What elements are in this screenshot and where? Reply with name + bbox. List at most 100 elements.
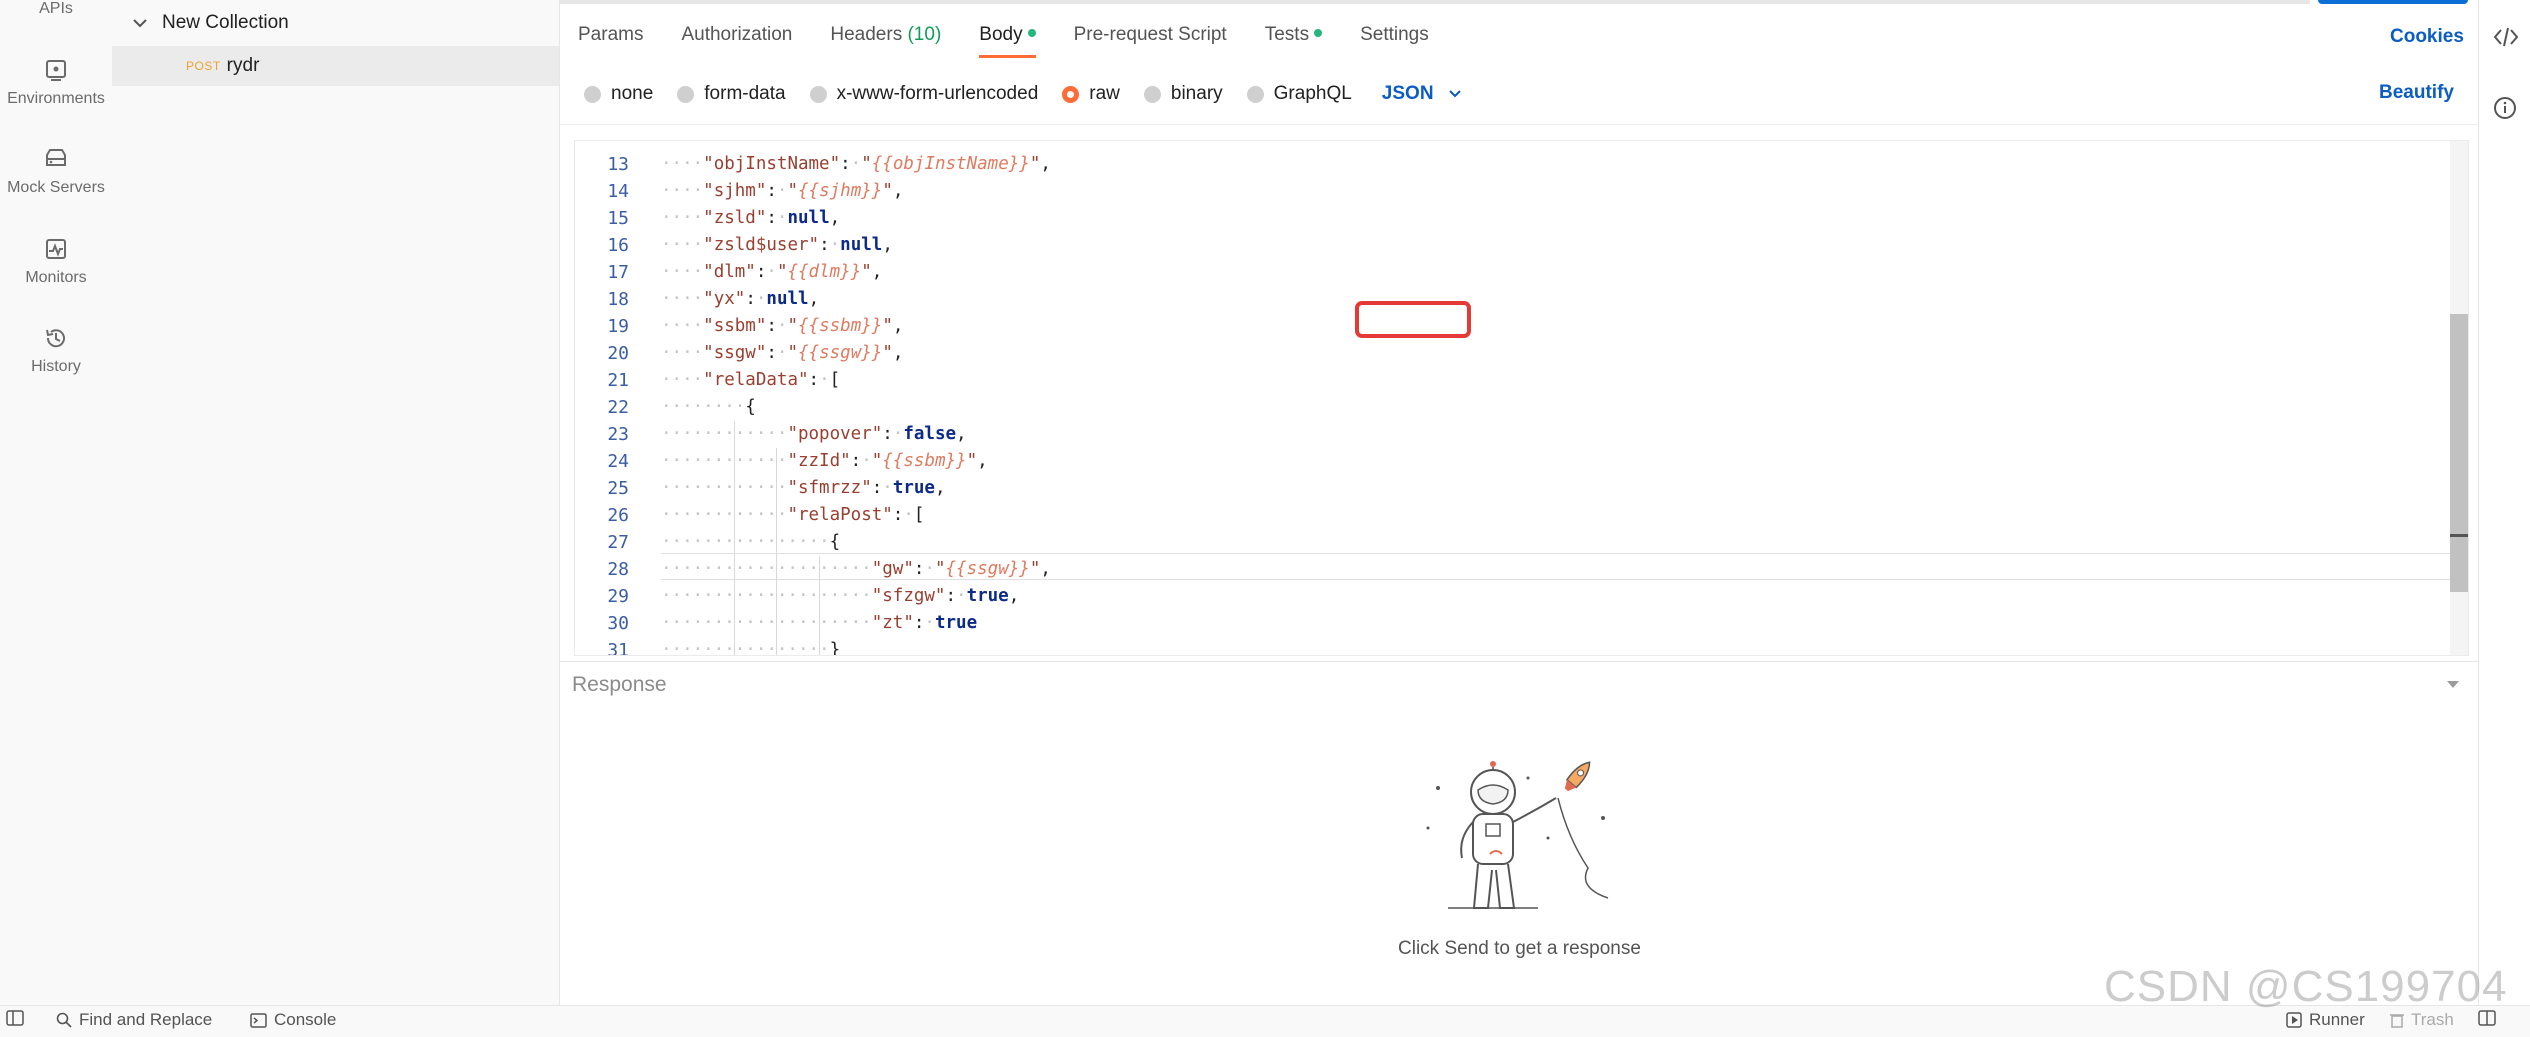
radio-circle — [584, 85, 601, 103]
tab-authorization[interactable]: Authorization — [681, 24, 792, 58]
tab-pre-request-script[interactable]: Pre-request Script — [1074, 24, 1227, 58]
tab-headers[interactable]: Headers (10) — [830, 24, 941, 58]
request-name: rydr — [226, 55, 260, 76]
radio-form-data[interactable]: form-data — [677, 83, 786, 105]
code-line: ····················"sfzgw":·true, — [661, 586, 1020, 606]
send-button[interactable] — [2318, 0, 2468, 4]
tab-body[interactable]: Body — [979, 24, 1036, 58]
rail-item-mock-servers[interactable]: Mock Servers — [0, 145, 112, 197]
mock-server-icon — [46, 149, 66, 166]
rail-item-label: APIs — [39, 0, 73, 17]
astronaut-illustration — [1426, 761, 1609, 909]
code-line: ····"objInstName":·"{{objInstName}}", — [661, 154, 1051, 174]
code-snippet-icon[interactable] — [2493, 26, 2519, 48]
line-number: 30 — [607, 613, 629, 634]
left-rail: APIs Environments Mock Servers Monitors … — [0, 0, 113, 1005]
request-tabs: Params Authorization Headers (10) Body P… — [578, 24, 1467, 58]
indent-guide — [776, 448, 778, 655]
collection-row[interactable]: New Collection — [112, 4, 559, 42]
code-line: ····"zsld$user":·null, — [661, 235, 893, 255]
search-icon — [56, 1012, 72, 1028]
line-number: 23 — [607, 424, 629, 445]
layout-toggle-button[interactable] — [2478, 1010, 2503, 1026]
runner-label: Runner — [2309, 1010, 2365, 1029]
find-replace-label: Find and Replace — [79, 1010, 213, 1029]
rail-item-label: Monitors — [25, 269, 87, 286]
rail-item-apis[interactable]: APIs — [0, 0, 112, 18]
tab-tests[interactable]: Tests — [1265, 24, 1323, 58]
line-number: 18 — [607, 289, 629, 310]
environment-icon — [46, 60, 66, 81]
cookies-link[interactable]: Cookies — [2390, 26, 2464, 48]
editor-scrollbar[interactable] — [2450, 141, 2468, 655]
radio-none[interactable]: none — [584, 83, 653, 105]
response-title: Response — [572, 673, 667, 696]
beautify-button[interactable]: Beautify — [2379, 82, 2454, 104]
line-number: 17 — [607, 262, 629, 283]
trash-icon — [2390, 1014, 2404, 1028]
console-label: Console — [274, 1010, 337, 1029]
rail-item-history[interactable]: History — [0, 324, 112, 376]
code-editor[interactable]: 13 14 15 16 17 18 19 20 21 22 23 24 25 26 27 28 29 30 31 ·… — [574, 140, 2469, 656]
code-line: ····"ssgw":·"{{ssgw}}", — [661, 343, 904, 363]
collections-sidebar: New Collection POST rydr — [112, 0, 560, 1005]
line-number: 28 — [607, 559, 629, 580]
radio-circle — [1143, 85, 1161, 103]
body-type-selector: none form-data x-www-form-urlencoded raw… — [584, 80, 1462, 108]
radio-raw[interactable]: raw — [1062, 83, 1120, 105]
code-line: ····"sjhm":·"{{sjhm}}", — [661, 181, 904, 201]
trash-label: Trash — [2411, 1010, 2454, 1029]
toggle-sidebar-button[interactable] — [6, 1010, 31, 1026]
line-number-gutter: 13 14 15 16 17 18 19 20 21 22 23 24 25 26 27 28 29 30 31 — [575, 141, 631, 655]
code-line: ············"relaPost":·[ — [661, 505, 925, 525]
indent-guide — [733, 421, 735, 655]
line-number: 21 — [607, 370, 629, 391]
request-item[interactable]: POST rydr — [112, 46, 559, 86]
annotation-highlight-box — [1355, 301, 1471, 338]
info-icon[interactable] — [2493, 96, 2517, 120]
line-number: 31 — [607, 640, 629, 656]
radio-circle — [677, 85, 695, 103]
line-number: 16 — [607, 235, 629, 256]
trash-button[interactable]: Trash — [2390, 1010, 2454, 1030]
code-line: ················} — [661, 640, 841, 656]
line-number: 13 — [607, 154, 629, 175]
code-line: ····"zsld":·null, — [661, 208, 841, 228]
caret-down-icon[interactable] — [2446, 680, 2460, 690]
history-icon — [46, 329, 65, 348]
indent-guide — [818, 556, 820, 655]
rail-item-monitors[interactable]: Monitors — [0, 235, 112, 287]
status-dot — [1027, 28, 1036, 37]
code-line: ············"zzId":·"{{ssbm}}", — [661, 451, 988, 471]
tab-params[interactable]: Params — [578, 24, 643, 58]
radio-graphql[interactable]: GraphQL — [1246, 83, 1352, 105]
line-number: 15 — [607, 208, 629, 229]
radio-circle — [1246, 85, 1264, 103]
code-line: ····"yx":·null, — [661, 289, 820, 309]
runner-icon — [2286, 1012, 2302, 1028]
rail-item-label: Mock Servers — [7, 179, 105, 196]
chevron-down-icon[interactable] — [132, 15, 148, 31]
scrollbar-thumb[interactable] — [2450, 314, 2468, 592]
line-number: 14 — [607, 181, 629, 202]
find-replace-button[interactable]: Find and Replace — [56, 1010, 212, 1030]
code-line: ················{ — [661, 532, 841, 552]
tab-settings[interactable]: Settings — [1360, 24, 1429, 58]
radio-x-www-form-urlencoded[interactable]: x-www-form-urlencoded — [809, 83, 1038, 105]
collection-name: New Collection — [162, 12, 289, 33]
code-line: ············"popover":·false, — [661, 424, 967, 444]
headers-count: (10) — [907, 24, 942, 45]
line-number: 22 — [607, 397, 629, 418]
line-number: 29 — [607, 586, 629, 607]
runner-button[interactable]: Runner — [2286, 1010, 2365, 1030]
line-number: 24 — [607, 451, 629, 472]
console-icon — [250, 1012, 267, 1028]
status-dot — [1314, 28, 1323, 37]
rail-item-environments[interactable]: Environments — [0, 56, 112, 108]
scrollbar-marker — [2450, 534, 2468, 537]
language-dropdown[interactable]: JSON — [1382, 83, 1462, 105]
sidebar-toggle-icon — [6, 1010, 24, 1026]
radio-binary[interactable]: binary — [1143, 83, 1223, 105]
rail-item-label: History — [31, 358, 81, 375]
console-button[interactable]: Console — [250, 1010, 336, 1030]
